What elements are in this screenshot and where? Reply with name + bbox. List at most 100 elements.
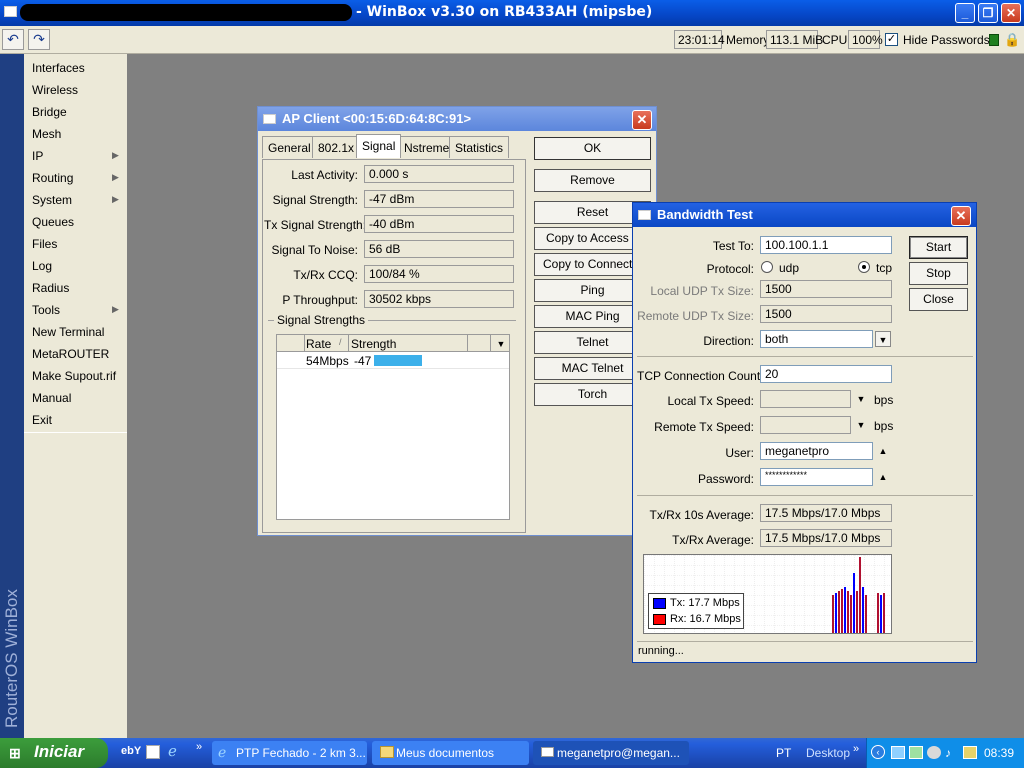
minimize-button[interactable]: _	[955, 3, 975, 23]
avg-label: Tx/Rx Average:	[672, 533, 754, 547]
sidebar-brand: RouterOS WinBox	[0, 54, 24, 738]
direction-dropdown-icon[interactable]: ▼	[875, 331, 891, 347]
direction-select[interactable]: both	[760, 330, 873, 348]
column-header-strength[interactable]: Strength	[351, 337, 396, 351]
sidebar-item-log[interactable]: Log	[32, 259, 52, 273]
traffic-graph: Tx: 17.7 Mbps Rx: 16.7 Mbps	[643, 554, 892, 634]
protocol-udp-radio[interactable]	[761, 261, 773, 273]
traffic-bar	[877, 593, 879, 633]
hide-passwords-checkbox[interactable]: ✓	[885, 33, 898, 46]
language-indicator[interactable]: PT	[776, 746, 791, 760]
sidebar-item-radius[interactable]: Radius	[32, 281, 69, 295]
p-throughput-value: 30502 kbps	[364, 290, 514, 308]
tab-statistics[interactable]: Statistics	[449, 136, 510, 158]
volume-icon[interactable]: ♪	[945, 746, 959, 760]
traffic-bar	[835, 593, 837, 633]
desktop-toolbar-label[interactable]: Desktop	[806, 746, 850, 760]
sidebar-item-files[interactable]: Files	[32, 237, 57, 251]
tray-expand-icon[interactable]: ‹	[871, 745, 885, 759]
remote-udp-input[interactable]: 1500	[760, 305, 892, 323]
task-meus-documentos[interactable]: Meus documentos	[372, 741, 529, 765]
test-to-input[interactable]: 100.100.1.1	[760, 236, 892, 254]
tab-nstreme[interactable]: Nstreme	[398, 136, 456, 158]
column-menu-icon[interactable]: ▼	[493, 336, 509, 352]
tab-signal[interactable]: Signal	[356, 134, 402, 158]
tab-general[interactable]: General	[262, 136, 317, 158]
sidebar-item-bridge[interactable]: Bridge	[32, 105, 67, 119]
toolbar-more-icon[interactable]: »	[853, 743, 859, 755]
sidebar-item-new-terminal[interactable]: New Terminal	[32, 325, 104, 339]
remote-tx-unit: bps	[874, 419, 894, 433]
ap-client-title: AP Client <00:15:6D:64:8C:91>	[282, 111, 472, 126]
sidebar-item-wireless[interactable]: Wireless	[32, 83, 78, 97]
sidebar-item-exit[interactable]: Exit	[32, 413, 52, 427]
task-winbox[interactable]: meganetpro@megan...	[533, 741, 689, 765]
traffic-bar	[880, 595, 882, 633]
sidebar-item-ip[interactable]: IP	[32, 149, 43, 163]
messenger-icon[interactable]	[963, 746, 977, 759]
remote-tx-dropdown-icon[interactable]: ▼	[853, 417, 869, 433]
traffic-bar	[862, 587, 864, 633]
sidebar-item-manual[interactable]: Manual	[32, 391, 71, 405]
row-rate: 54Mbps	[306, 354, 349, 368]
ap-client-titlebar[interactable]: AP Client <00:15:6D:64:8C:91>	[258, 107, 656, 131]
sidebar-item-interfaces[interactable]: Interfaces	[32, 61, 85, 75]
ccq-label: Tx/Rx CCQ:	[293, 268, 358, 282]
browser-icon[interactable]: ℯ	[168, 742, 177, 760]
tab-strip: General 802.1x Signal Nstreme Statistics	[262, 134, 528, 160]
sidebar-item-tools[interactable]: Tools	[32, 303, 60, 317]
sidebar-item-make-supout[interactable]: Make Supout.rif	[32, 369, 116, 383]
clock[interactable]: 08:39	[984, 746, 1014, 760]
sidebar-item-mesh[interactable]: Mesh	[32, 127, 61, 141]
sidebar-item-routing[interactable]: Routing	[32, 171, 73, 185]
signal-strengths-group-label: Signal Strengths	[274, 313, 369, 327]
bandwidth-test-close-button[interactable]: ✕	[951, 206, 971, 226]
tx-legend-swatch	[653, 598, 666, 609]
remote-tx-speed-input[interactable]	[760, 416, 851, 434]
remote-udp-label: Remote UDP Tx Size:	[637, 309, 754, 323]
task-ptp-fechado[interactable]: PTP Fechado - 2 km 3...	[212, 741, 367, 765]
traffic-bar	[832, 595, 834, 633]
network-icon[interactable]	[909, 746, 923, 759]
bandwidth-test-titlebar[interactable]: Bandwidth Test	[633, 203, 976, 227]
table-row[interactable]: 54Mbps -47	[277, 352, 509, 369]
redo-button[interactable]: ↷	[28, 29, 50, 50]
password-input[interactable]: ************	[760, 468, 873, 486]
local-tx-unit: bps	[874, 393, 894, 407]
window-titlebar[interactable]: - WinBox v3.30 on RB433AH (mipsbe) _ ❐ ✕	[0, 0, 1024, 26]
time-display: 23:01:14	[674, 30, 725, 49]
sidebar-item-system[interactable]: System	[32, 193, 72, 207]
tab-8021x[interactable]: 802.1x	[312, 136, 361, 158]
start-button-os[interactable]: ⊞ Iniciar	[0, 738, 108, 768]
close-dialog-button[interactable]: Close	[909, 288, 968, 311]
sidebar-item-queues[interactable]: Queues	[32, 215, 74, 229]
ap-client-close-button[interactable]: ✕	[632, 110, 652, 130]
stop-button[interactable]: Stop	[909, 262, 968, 285]
network-icon[interactable]	[891, 746, 905, 759]
close-button[interactable]: ✕	[1001, 3, 1021, 23]
shield-icon[interactable]	[927, 746, 941, 759]
remove-button[interactable]: Remove	[534, 169, 651, 192]
tcp-conn-input[interactable]: 20	[760, 365, 892, 383]
sidebar-item-metarouter[interactable]: MetaROUTER	[32, 347, 109, 361]
local-udp-input[interactable]: 1500	[760, 280, 892, 298]
traffic-bar	[838, 591, 840, 633]
undo-button[interactable]: ↶	[2, 29, 24, 50]
local-tx-speed-input[interactable]	[760, 390, 851, 408]
ebay-icon[interactable]: ebY	[121, 745, 141, 757]
password-collapse-icon[interactable]: ▲	[875, 469, 891, 485]
start-button[interactable]: Start	[909, 236, 968, 259]
protocol-udp-label: udp	[779, 261, 800, 275]
protocol-tcp-radio[interactable]	[858, 261, 870, 273]
submenu-arrow-icon: ▶	[112, 172, 119, 182]
column-header-rate[interactable]: Rate	[306, 337, 331, 351]
ok-button[interactable]: OK	[534, 137, 651, 160]
restore-button[interactable]: ❐	[978, 3, 998, 23]
user-collapse-icon[interactable]: ▲	[875, 443, 891, 459]
user-input[interactable]: meganetpro	[760, 442, 873, 460]
local-tx-dropdown-icon[interactable]: ▼	[853, 391, 869, 407]
notepad-icon[interactable]	[146, 745, 160, 759]
tx-legend-label: Tx: 17.7 Mbps	[670, 597, 740, 609]
strength-bar-track	[374, 355, 464, 366]
quicklaunch-more-icon[interactable]: »	[196, 741, 202, 753]
